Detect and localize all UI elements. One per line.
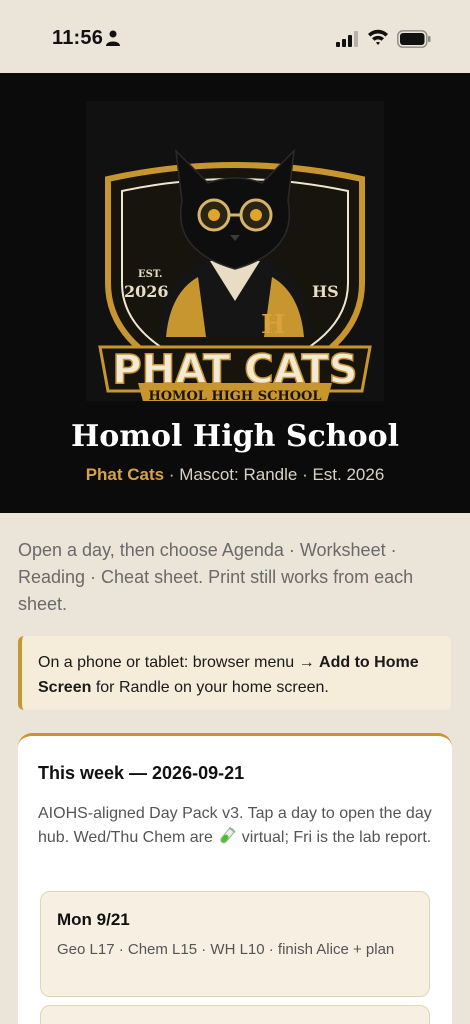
- school-name-heading: Homol High School: [70, 419, 400, 454]
- crest-hs-label: HS: [312, 282, 339, 301]
- crest-est-label: EST.: [138, 269, 162, 280]
- this-week-card: This week — 2026-09-21 AIOHS-aligned Day…: [18, 733, 452, 1024]
- test-tube-icon: [220, 826, 236, 844]
- tip-suffix: for Randle on your home screen.: [91, 679, 329, 696]
- week-desc-after: virtual; Fri is the lab report.: [237, 829, 432, 846]
- phat-cats-crest-logo: EST. 2026 HS H PHAT CATS HOMOL HIGH SCHO…: [86, 101, 384, 401]
- status-time: 11:56: [52, 27, 104, 49]
- crest-ribbon-text: HOMOL HIGH SCHOOL: [148, 389, 321, 401]
- day-card-mon[interactable]: Mon 9/21 Geo L17 · Chem L15 · WH L10 · f…: [40, 891, 430, 997]
- person-icon: [106, 30, 120, 46]
- day-card-next[interactable]: [40, 1005, 430, 1024]
- day-summary: Geo L17 · Chem L15 · WH L10 · finish Ali…: [57, 941, 395, 958]
- status-bar: 11:56: [0, 0, 470, 73]
- subtitle-details: · Mascot: Randle · Est. 2026: [164, 465, 385, 484]
- hero-banner: EST. 2026 HS H PHAT CATS HOMOL HIGH SCHO…: [0, 73, 470, 513]
- crest-est-year: 2026: [124, 282, 169, 301]
- wifi-icon: [368, 29, 388, 45]
- crest-letter: H: [261, 310, 286, 340]
- school-subtitle: Phat Cats · Mascot: Randle · Est. 2026: [0, 465, 470, 485]
- day-label: Mon 9/21: [57, 910, 130, 929]
- intro-text: Open a day, then choose Agenda · Workshe…: [18, 540, 414, 614]
- tip-prefix: On a phone or tablet: browser menu →: [38, 654, 320, 671]
- team-name: Phat Cats: [85, 465, 165, 484]
- add-to-home-tip: On a phone or tablet: browser menu → Add…: [18, 636, 451, 710]
- week-title: This week — 2026-09-21: [38, 763, 245, 783]
- week-description: AIOHS-aligned Day Pack v3. Tap a day to …: [38, 802, 438, 850]
- battery-icon: [397, 30, 431, 48]
- cellular-signal-icon: [336, 31, 358, 47]
